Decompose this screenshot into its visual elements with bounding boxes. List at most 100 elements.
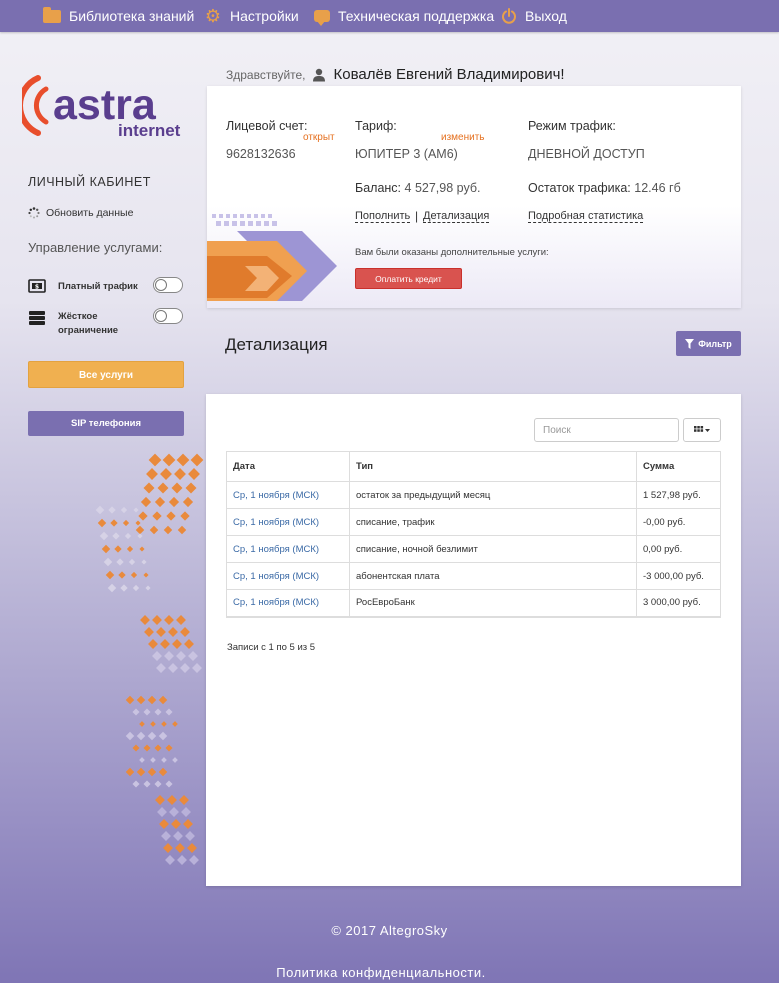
nav-knowledge-base[interactable]: Библиотека знаний: [43, 0, 194, 32]
deco-diamond: [150, 721, 156, 727]
deco-diamond: [143, 572, 149, 578]
deco-diamond: [95, 505, 105, 515]
columns-toggle-button[interactable]: [683, 418, 721, 442]
deco-diamond: [158, 695, 168, 705]
column-header-amount[interactable]: Сумма: [636, 451, 721, 482]
table-row: Ср, 1 ноября (МСК) абонентская плата -3 …: [226, 562, 721, 590]
deco-diamond: [132, 744, 140, 752]
deco-diamond: [176, 615, 186, 625]
deco-diamond: [188, 468, 200, 480]
server-icon: [29, 311, 45, 325]
paid-traffic-toggle[interactable]: [153, 277, 183, 293]
deco-diamond: [168, 627, 178, 637]
deco-diamond: [97, 518, 107, 528]
footer-copyright: © 2017 AltegroSky: [331, 923, 448, 938]
deco-diamond: [192, 663, 202, 673]
deco-diamond: [162, 453, 176, 467]
svg-text:$: $: [35, 284, 39, 291]
deco-diamond: [108, 506, 116, 514]
deco-diamond: [101, 544, 111, 554]
row-amount: 1 527,98 руб.: [636, 481, 721, 509]
traffic-left-value: 12.46 гб: [634, 181, 681, 195]
row-date[interactable]: Ср, 1 ноября (МСК): [226, 562, 350, 590]
manage-services-heading: Управление услугами:: [28, 240, 163, 255]
deco-diamond: [125, 731, 135, 741]
deco-diamond: [118, 571, 126, 579]
row-type: абонентская плата: [349, 562, 637, 590]
deco-diamond: [152, 651, 162, 661]
deco-diamond: [164, 651, 174, 661]
deco-diamond: [165, 708, 173, 716]
table-row: Ср, 1 ноября (МСК) РосЕвроБанк 3 000,00 …: [226, 589, 721, 618]
nav-logout[interactable]: Выход: [501, 0, 567, 32]
all-services-button[interactable]: Все услуги: [28, 361, 184, 388]
sip-telephony-button[interactable]: SIP телефония: [28, 411, 184, 436]
logo-sub: internet: [118, 121, 181, 140]
deco-diamond: [190, 453, 204, 467]
table-row: Ср, 1 ноября (МСК) остаток за предыдущий…: [226, 481, 721, 509]
deco-diamond: [143, 708, 151, 716]
deco-diamond: [154, 780, 162, 788]
deco-diamond: [147, 695, 157, 705]
search-input[interactable]: [534, 418, 679, 442]
deco-diamond: [154, 744, 162, 752]
deco-diamond: [183, 819, 193, 829]
filter-icon: [685, 338, 695, 349]
deco-diamond: [110, 519, 118, 527]
traffic-left-label: Остаток трафика:: [528, 181, 631, 195]
paid-traffic-label: Платный трафик: [58, 280, 138, 292]
deco-diamond: [152, 615, 162, 625]
deco-diamond: [137, 533, 143, 539]
nav-support[interactable]: Техническая поддержка: [314, 0, 494, 32]
deco-diamond: [181, 807, 191, 817]
hard-limit-label-2: ограничение: [58, 325, 119, 336]
topup-link[interactable]: Пополнить: [355, 210, 411, 223]
deco-diamond: [141, 559, 147, 565]
tariff-change-link[interactable]: изменить: [441, 132, 485, 143]
deco-diamond: [185, 482, 197, 494]
pay-credit-button[interactable]: Оплатить кредит: [355, 268, 462, 289]
balance-row: Баланс: 4 527,98 руб.: [355, 181, 480, 195]
account-number: 9628132636: [226, 147, 296, 161]
column-header-date[interactable]: Дата: [226, 451, 350, 482]
deco-diamond: [160, 468, 172, 480]
power-icon: [502, 8, 516, 24]
statistics-link[interactable]: Подробная статистика: [528, 210, 644, 223]
row-date[interactable]: Ср, 1 ноября (МСК): [226, 481, 350, 509]
nav-knowledge-label: Библиотека знаний: [69, 8, 195, 24]
deco-diamond: [139, 757, 145, 763]
deco-diamond: [163, 525, 173, 535]
deco-diamond: [132, 780, 140, 788]
deco-diamond: [157, 482, 169, 494]
deco-diamond: [150, 757, 156, 763]
detail-link[interactable]: Детализация: [423, 210, 490, 223]
deco-diamond: [188, 651, 198, 661]
filter-button[interactable]: Фильтр: [676, 331, 741, 356]
astra-logo[interactable]: astra internet: [16, 75, 187, 140]
decorative-pattern: [95, 453, 204, 865]
deco-diamond: [120, 506, 128, 514]
column-header-type[interactable]: Тип: [349, 451, 637, 482]
nav-settings[interactable]: ⚙ Настройки: [204, 0, 299, 32]
deco-diamond: [168, 663, 178, 673]
deco-diamond: [156, 663, 166, 673]
deco-diamond: [112, 532, 120, 540]
deco-diamond: [128, 558, 136, 566]
deco-diamond: [135, 525, 145, 535]
details-table: Дата Тип Сумма Ср, 1 ноября (МСК) остато…: [226, 451, 721, 618]
row-date[interactable]: Ср, 1 ноября (МСК): [226, 535, 350, 563]
privacy-policy-link[interactable]: Политика конфиденциальности.: [0, 965, 762, 980]
deco-diamond: [161, 757, 167, 763]
deco-diamond: [125, 767, 135, 777]
hard-limit-toggle[interactable]: [153, 308, 183, 324]
deco-diamond: [120, 584, 128, 592]
row-date[interactable]: Ср, 1 ноября (МСК): [226, 589, 350, 618]
row-date[interactable]: Ср, 1 ноября (МСК): [226, 508, 350, 536]
deco-diamond: [165, 855, 175, 865]
deco-diamond: [152, 511, 162, 521]
nav-support-label: Техническая поддержка: [338, 8, 495, 24]
deco-diamond: [140, 615, 150, 625]
account-card: Лицевой счет: открыт 9628132636 Тариф: и…: [207, 86, 741, 308]
refresh-data-button[interactable]: Обновить данные: [28, 207, 133, 219]
deco-diamond: [122, 519, 130, 527]
